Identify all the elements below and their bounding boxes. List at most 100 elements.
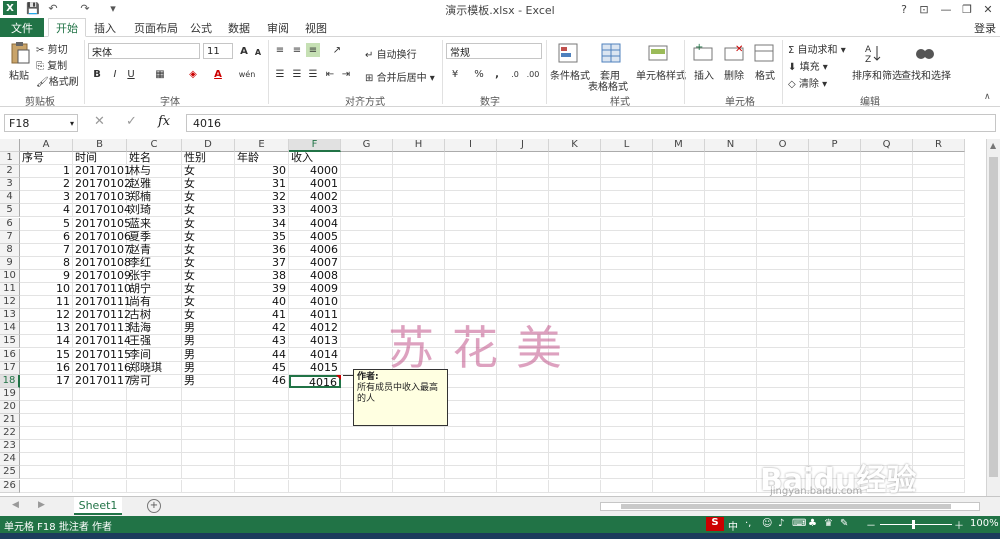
cell[interactable] — [809, 361, 861, 375]
cell[interactable] — [445, 256, 497, 270]
sort-filter-button[interactable]: 排序和筛选 — [852, 67, 902, 82]
cell[interactable] — [341, 348, 393, 362]
cell[interactable] — [549, 427, 601, 441]
cell[interactable]: 陆海 — [127, 322, 182, 336]
fill-button[interactable]: ⬇ 填充 ▾ — [788, 58, 828, 73]
cell[interactable] — [549, 466, 601, 480]
cell[interactable] — [913, 243, 965, 257]
cell[interactable] — [20, 440, 73, 454]
cell[interactable] — [809, 440, 861, 454]
column-header-o[interactable]: O — [757, 139, 809, 152]
cut-button[interactable]: ✂ 剪切 — [36, 41, 68, 56]
cell[interactable] — [445, 191, 497, 205]
cell[interactable] — [861, 269, 913, 283]
cell[interactable]: 3 — [20, 191, 73, 205]
cell[interactable]: 37 — [235, 256, 289, 270]
cell[interactable] — [913, 440, 965, 454]
cell[interactable] — [861, 204, 913, 218]
currency-icon[interactable]: ¥ — [448, 67, 462, 81]
tab-view[interactable]: 视图 — [298, 18, 334, 37]
cell[interactable]: 45 — [235, 361, 289, 375]
zoom-in-button[interactable]: ＋ — [954, 517, 964, 532]
cell[interactable] — [549, 400, 601, 414]
cell[interactable] — [497, 269, 549, 283]
cell[interactable] — [705, 165, 757, 179]
cell[interactable] — [549, 230, 601, 244]
formula-input[interactable]: 4016 — [186, 114, 996, 132]
cell[interactable] — [809, 348, 861, 362]
cell[interactable]: 20170116 — [73, 361, 131, 375]
cell[interactable]: 35 — [235, 230, 289, 244]
cell[interactable] — [497, 414, 549, 427]
cell[interactable]: 李间 — [127, 348, 182, 362]
cell[interactable] — [653, 165, 705, 179]
cell[interactable] — [913, 178, 965, 192]
cell[interactable] — [653, 243, 705, 257]
column-header-r[interactable]: R — [913, 139, 965, 152]
cell[interactable] — [601, 191, 653, 205]
cell[interactable] — [73, 400, 127, 414]
cell[interactable] — [235, 400, 289, 414]
cell[interactable] — [549, 178, 601, 192]
cell[interactable]: 46 — [235, 374, 289, 388]
cell[interactable] — [809, 374, 861, 388]
cell[interactable] — [861, 191, 913, 205]
cell[interactable] — [861, 283, 913, 296]
cell[interactable] — [445, 414, 497, 427]
column-header-j[interactable]: J — [497, 139, 549, 152]
cell[interactable] — [601, 453, 653, 467]
row-header[interactable]: 9 — [0, 256, 20, 270]
select-all-corner[interactable] — [0, 139, 20, 152]
cell[interactable]: 蓝来 — [127, 217, 182, 231]
cell[interactable] — [393, 427, 445, 441]
cell[interactable]: 20170106 — [73, 230, 131, 244]
cell[interactable] — [445, 204, 497, 218]
cell[interactable] — [393, 178, 445, 192]
cell[interactable] — [341, 178, 393, 192]
row-header[interactable]: 14 — [0, 322, 20, 336]
cell[interactable] — [757, 191, 809, 205]
cell[interactable]: 20170115 — [73, 348, 131, 362]
align-center-icon[interactable]: ☰ — [290, 67, 304, 81]
cell[interactable] — [913, 191, 965, 205]
cell[interactable]: 20170109 — [73, 269, 131, 283]
cell[interactable] — [913, 374, 965, 388]
cell[interactable] — [757, 230, 809, 244]
cell[interactable]: 39 — [235, 283, 289, 296]
cell[interactable] — [861, 165, 913, 179]
percent-button[interactable]: % — [472, 67, 486, 81]
h-scroll-thumb[interactable] — [621, 504, 951, 509]
cell[interactable] — [182, 414, 235, 427]
row-header[interactable]: 2 — [0, 165, 20, 179]
cell[interactable] — [809, 165, 861, 179]
shirt-icon[interactable]: ♛ — [824, 518, 833, 529]
row-header[interactable]: 25 — [0, 466, 20, 480]
cell[interactable]: 15 — [20, 348, 73, 362]
column-header-g[interactable]: G — [341, 139, 393, 152]
row-header[interactable]: 5 — [0, 204, 20, 218]
cell[interactable] — [393, 479, 445, 493]
cell[interactable] — [705, 230, 757, 244]
cell[interactable] — [601, 335, 653, 349]
cell[interactable] — [913, 204, 965, 218]
cell[interactable] — [497, 427, 549, 441]
cell[interactable] — [757, 217, 809, 231]
cell[interactable]: 6 — [20, 230, 73, 244]
cell[interactable]: 4007 — [289, 256, 341, 270]
row-header[interactable]: 3 — [0, 178, 20, 192]
cell[interactable] — [809, 178, 861, 192]
cell[interactable] — [913, 165, 965, 179]
cell[interactable] — [445, 453, 497, 467]
row-header[interactable]: 15 — [0, 335, 20, 349]
cell[interactable] — [497, 387, 549, 401]
cell[interactable]: 20170101 — [73, 165, 131, 179]
cell[interactable] — [127, 479, 182, 493]
cell[interactable] — [705, 427, 757, 441]
cell[interactable] — [341, 152, 393, 165]
cell[interactable]: 16 — [20, 361, 73, 375]
cell[interactable] — [809, 152, 861, 165]
cell[interactable] — [705, 204, 757, 218]
column-header-k[interactable]: K — [549, 139, 601, 152]
cell[interactable] — [705, 361, 757, 375]
cell[interactable]: 女 — [182, 256, 235, 270]
